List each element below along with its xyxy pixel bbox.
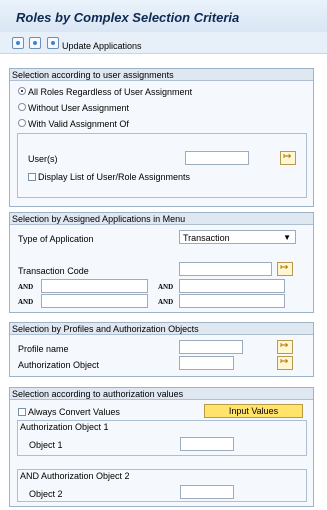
users-multiple-selection-button[interactable] [280,151,296,165]
toolbar: Update Applications [0,32,327,54]
and-label-1: AND [18,283,34,291]
object-2-label: Object 2 [29,489,63,499]
users-label: User(s) [28,154,58,164]
type-of-application-value: Transaction [183,233,230,243]
label-all-roles: All Roles Regardless of User Assignment [28,87,193,97]
profiles-header: Selection by Profiles and Authorization … [10,323,313,335]
and-input-1[interactable] [41,279,148,293]
and-input-4[interactable] [179,294,285,308]
and-label-2: AND [158,283,174,291]
radio-without-user[interactable] [18,103,26,111]
type-of-application-dropdown[interactable]: Transaction ▼ [179,230,296,244]
object-2-input[interactable] [180,485,234,499]
display-list-label: Display List of User/Role Assignments [38,172,191,182]
label-without-user: Without User Assignment [28,103,130,113]
profiles-section: Selection by Profiles and Authorization … [9,322,314,377]
object-1-input[interactable] [180,437,234,451]
applications-header: Selection by Assigned Applications in Me… [10,213,313,225]
always-convert-checkbox[interactable] [18,408,26,416]
window-title: Roles by Complex Selection Criteria [0,0,327,32]
dropdown-arrow-icon: ▼ [283,233,291,242]
authorization-object-2-header: AND Authorization Object 2 [20,471,130,481]
user-assignment-header: Selection according to user assignments [10,69,313,81]
user-subgroup: User(s) Display List of User/Role Assign… [17,133,307,198]
authorization-values-header: Selection according to authorization val… [10,388,313,400]
and-input-3[interactable] [41,294,148,308]
authorization-object-2-subgroup: AND Authorization Object 2 Object 2 [17,469,307,502]
user-assignment-section: Selection according to user assignments … [9,68,314,207]
label-with-valid-assignment: With Valid Assignment Of [28,119,129,129]
applications-section: Selection by Assigned Applications in Me… [9,212,314,313]
radio-with-valid-assignment[interactable] [18,119,26,127]
and-label-4: AND [158,298,174,306]
users-input[interactable] [185,151,249,165]
authorization-object-input[interactable] [179,356,234,370]
authorization-object-label: Authorization Object [18,360,100,370]
profile-name-input[interactable] [179,340,243,354]
execute-icon[interactable] [12,37,24,49]
profile-name-label: Profile name [18,344,69,354]
always-convert-label: Always Convert Values [28,407,120,417]
authorization-object-1-subgroup: Authorization Object 1 Object 1 [17,420,307,456]
transaction-code-input[interactable] [179,262,272,276]
authorization-object-1-header: Authorization Object 1 [20,422,109,432]
transaction-code-multiple-selection-button[interactable] [277,262,293,276]
update-applications-button[interactable]: Update Applications [62,41,142,51]
and-input-2[interactable] [179,279,285,293]
authorization-values-section: Selection according to authorization val… [9,387,314,507]
object-1-label: Object 1 [29,440,63,450]
display-list-checkbox[interactable] [28,173,36,181]
type-of-application-label: Type of Application [18,234,94,244]
copy-icon[interactable] [29,37,41,49]
and-label-3: AND [18,298,34,306]
transaction-code-label: Transaction Code [18,266,89,276]
profile-name-multiple-selection-button[interactable] [277,340,293,354]
input-values-button[interactable]: Input Values [204,404,303,418]
refresh-icon[interactable] [47,37,59,49]
radio-all-roles[interactable] [18,87,26,95]
authorization-object-multiple-selection-button[interactable] [277,356,293,370]
